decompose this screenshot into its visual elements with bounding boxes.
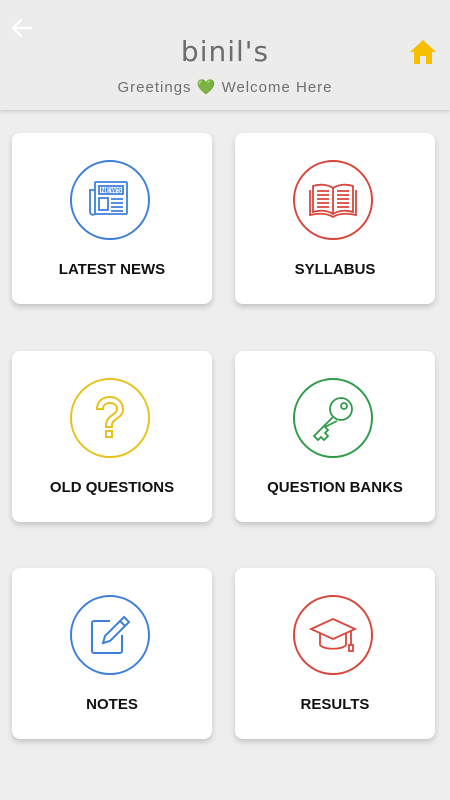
question-banks-card[interactable]: QUESTION BANKS	[235, 351, 435, 522]
latest-news-icon-circle: NEWS	[70, 160, 150, 240]
results-card[interactable]: RESULTS	[235, 568, 435, 739]
notes-card[interactable]: NOTES	[12, 568, 212, 739]
question-mark-icon	[95, 395, 125, 438]
question-banks-icon-circle	[293, 378, 373, 458]
results-icon-circle	[293, 595, 373, 675]
old-questions-label: OLD QUESTIONS	[49, 479, 175, 496]
key-icon	[312, 397, 353, 441]
syllabus-label: SYLLABUS	[294, 261, 376, 278]
greeting-right: Welcome Here	[221, 79, 333, 96]
greeting-text: Greetings 💚 Welcome Here	[0, 78, 450, 96]
notes-label: NOTES	[86, 696, 138, 713]
home-icon	[410, 40, 436, 64]
graduation-cap-icon	[308, 618, 358, 652]
open-book-icon	[309, 183, 357, 218]
app-header: binil's Greetings 💚 Welcome Here	[0, 0, 450, 110]
old-questions-icon-circle	[70, 378, 150, 458]
results-label: RESULTS	[300, 696, 370, 713]
syllabus-icon-circle	[293, 160, 373, 240]
heart-icon: 💚	[196, 79, 217, 96]
app-logo: binil's	[0, 34, 450, 70]
svg-text:NEWS: NEWS	[101, 188, 122, 195]
notes-icon-circle	[70, 595, 150, 675]
edit-note-icon	[91, 615, 131, 654]
newspaper-icon: NEWS	[89, 181, 128, 216]
logo-text: binil's	[180, 35, 270, 68]
latest-news-label: LATEST NEWS	[58, 261, 166, 278]
home-button[interactable]	[406, 36, 440, 68]
question-banks-label: QUESTION BANKS	[267, 479, 403, 496]
greeting-left: Greetings	[117, 79, 192, 96]
latest-news-card[interactable]: NEWS LATEST NEWS	[12, 133, 212, 304]
old-questions-card[interactable]: OLD QUESTIONS	[12, 351, 212, 522]
syllabus-card[interactable]: SYLLABUS	[235, 133, 435, 304]
